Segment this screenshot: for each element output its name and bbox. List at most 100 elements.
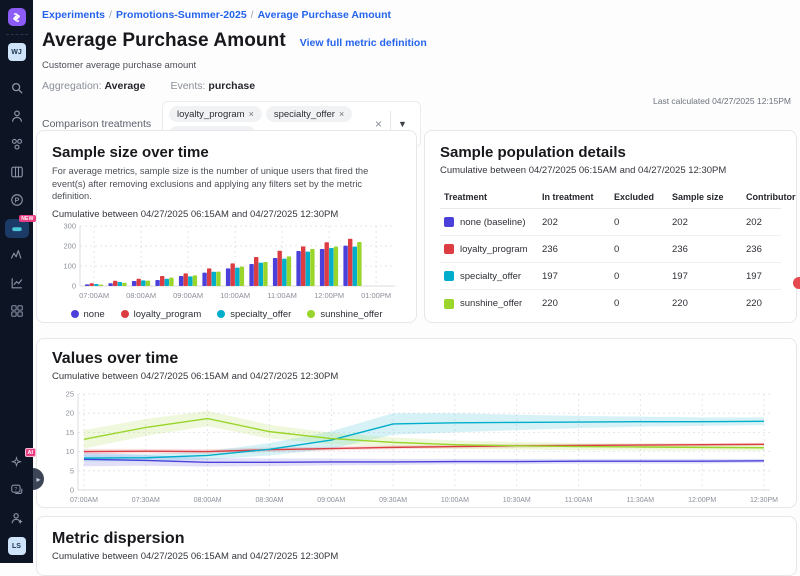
legend-item[interactable]: sunshine_offer	[307, 309, 382, 320]
clear-all-icon[interactable]: ×	[367, 117, 390, 131]
chip-remove-icon[interactable]: ×	[339, 109, 344, 119]
treatment-name: loyalty_program	[460, 244, 528, 255]
svg-text:10:30AM: 10:30AM	[503, 497, 531, 504]
legend-item[interactable]: none	[71, 309, 105, 320]
legend-dot	[121, 310, 129, 318]
dispersion-title: Metric dispersion	[52, 530, 781, 548]
population-title: Sample population details	[440, 144, 781, 161]
breadcrumb-item[interactable]: Promotions-Summer-2025	[116, 9, 247, 21]
svg-text:10:00AM: 10:00AM	[220, 291, 250, 300]
search-icon[interactable]	[6, 77, 28, 99]
svg-text:200: 200	[63, 241, 76, 250]
user-icon[interactable]	[6, 105, 28, 127]
aggregation-label: Aggregation:	[42, 80, 102, 92]
last-calculated: Last calculated 04/27/2025 12:15PM	[653, 96, 791, 106]
svg-text:20: 20	[66, 409, 74, 418]
holdouts-icon[interactable]	[6, 244, 28, 266]
dashboard-grid-icon[interactable]	[6, 300, 28, 322]
population-table-body: none (baseline)2020202202 loyalty_program…	[440, 209, 781, 317]
table-cell: 0	[614, 271, 672, 282]
table-row: none (baseline)2020202202	[440, 209, 781, 236]
table-cell: 202	[746, 217, 797, 228]
metrics-chart-icon[interactable]	[6, 272, 28, 294]
events-label: Events:	[170, 80, 205, 92]
table-row: loyalty_program2360236236	[440, 236, 781, 263]
user-avatar[interactable]: LS	[8, 537, 26, 555]
table-row: specialty_offer1970197197	[440, 263, 781, 290]
table-cell: 236	[542, 244, 614, 255]
breadcrumb-item[interactable]: Experiments	[42, 9, 105, 21]
svg-text:P: P	[14, 198, 19, 205]
treatment-name: sunshine_offer	[460, 298, 522, 309]
table-cell: 236	[746, 244, 797, 255]
table-cell: 0	[614, 298, 672, 309]
table-cell: 236	[672, 244, 746, 255]
treatment-chip-label: loyalty_program	[177, 109, 245, 120]
sidebar-divider	[6, 34, 28, 35]
table-cell: 0	[614, 217, 672, 228]
ai-badge: AI	[25, 448, 36, 457]
svg-text:08:00AM: 08:00AM	[194, 497, 222, 504]
legend-label: loyalty_program	[134, 309, 202, 320]
legend-item[interactable]: loyalty_program	[121, 309, 202, 320]
table-column-header: Excluded	[614, 192, 672, 202]
legend-label: none	[84, 309, 105, 320]
experiments-icon-selected[interactable]: NEW	[5, 219, 29, 238]
sample-size-cumulative: Cumulative between 04/27/2025 06:15AM an…	[52, 209, 401, 220]
svg-text:09:00AM: 09:00AM	[173, 291, 203, 300]
app-sidebar: WJ P NEW AI ? LS	[0, 0, 33, 563]
table-row: sunshine_offer2200220220	[440, 290, 781, 317]
sample-size-description: For average metrics, sample size is the …	[52, 165, 401, 203]
bar-chart-legend: none loyalty_program specialty_offer sunshi…	[52, 309, 401, 320]
aggregation-value: Average	[104, 80, 145, 92]
invite-user-icon[interactable]	[6, 507, 28, 529]
chip-remove-icon[interactable]: ×	[249, 109, 254, 119]
legend-item[interactable]: specialty_offer	[217, 309, 291, 320]
treatment-chip[interactable]: loyalty_program ×	[169, 106, 262, 122]
table-column-header: Treatment	[444, 192, 542, 202]
svg-text:15: 15	[66, 428, 74, 437]
svg-text:10: 10	[66, 447, 74, 456]
workspace-avatar[interactable]: WJ	[8, 43, 26, 61]
sample-size-bar-chart: 010020030007:00AM08:00AM09:00AM10:00AM11…	[52, 220, 401, 302]
table-cell: 220	[542, 298, 614, 309]
svg-text:0: 0	[72, 281, 76, 290]
svg-text:12:00PM: 12:00PM	[688, 497, 716, 504]
svg-text:300: 300	[63, 221, 76, 230]
page-header: Experiments/Promotions-Summer-2025/Avera…	[33, 0, 800, 147]
metric-subtitle: Customer average purchase amount	[42, 60, 790, 71]
dispersion-cumulative: Cumulative between 04/27/2025 06:15AM an…	[52, 551, 781, 562]
ai-assistant-icon[interactable]: AI	[6, 451, 28, 473]
breadcrumb-separator: /	[251, 9, 254, 21]
pulse-icon[interactable]: P	[6, 189, 28, 211]
statsig-logo-icon[interactable]	[8, 8, 26, 26]
table-cell: 197	[672, 271, 746, 282]
treatment-chip[interactable]: specialty_offer×	[266, 106, 352, 122]
svg-text:5: 5	[70, 466, 74, 475]
table-cell: 197	[542, 271, 614, 282]
treatment-color-swatch	[444, 299, 454, 309]
columns-icon[interactable]	[6, 161, 28, 183]
table-column-header: In treatment	[542, 192, 614, 202]
table-cell: 197	[746, 271, 797, 282]
page-title: Average Purchase Amount	[42, 30, 286, 52]
svg-text:01:00PM: 01:00PM	[361, 291, 391, 300]
help-chat-icon[interactable]: ?	[6, 479, 28, 501]
population-card: Sample population details Cumulative bet…	[424, 130, 797, 323]
svg-text:11:30AM: 11:30AM	[627, 497, 655, 504]
notification-dot[interactable]	[793, 277, 800, 289]
main-content: Experiments/Promotions-Summer-2025/Avera…	[33, 0, 800, 563]
metric-definition-link[interactable]: View full metric definition	[300, 37, 427, 49]
values-title: Values over time	[52, 350, 781, 368]
legend-label: specialty_offer	[230, 309, 291, 320]
svg-text:09:30AM: 09:30AM	[379, 497, 407, 504]
chevron-down-icon[interactable]: ▼	[391, 119, 414, 129]
values-cumulative: Cumulative between 04/27/2025 06:15AM an…	[52, 371, 781, 382]
breadcrumb-item[interactable]: Average Purchase Amount	[258, 9, 391, 21]
table-column-header: Sample size	[672, 192, 746, 202]
population-cumulative: Cumulative between 04/27/2025 06:15AM an…	[440, 165, 781, 176]
svg-text:07:00AM: 07:00AM	[79, 291, 109, 300]
treatment-color-swatch	[444, 244, 454, 254]
feature-gates-icon[interactable]	[6, 133, 28, 155]
svg-text:11:00AM: 11:00AM	[267, 291, 296, 300]
